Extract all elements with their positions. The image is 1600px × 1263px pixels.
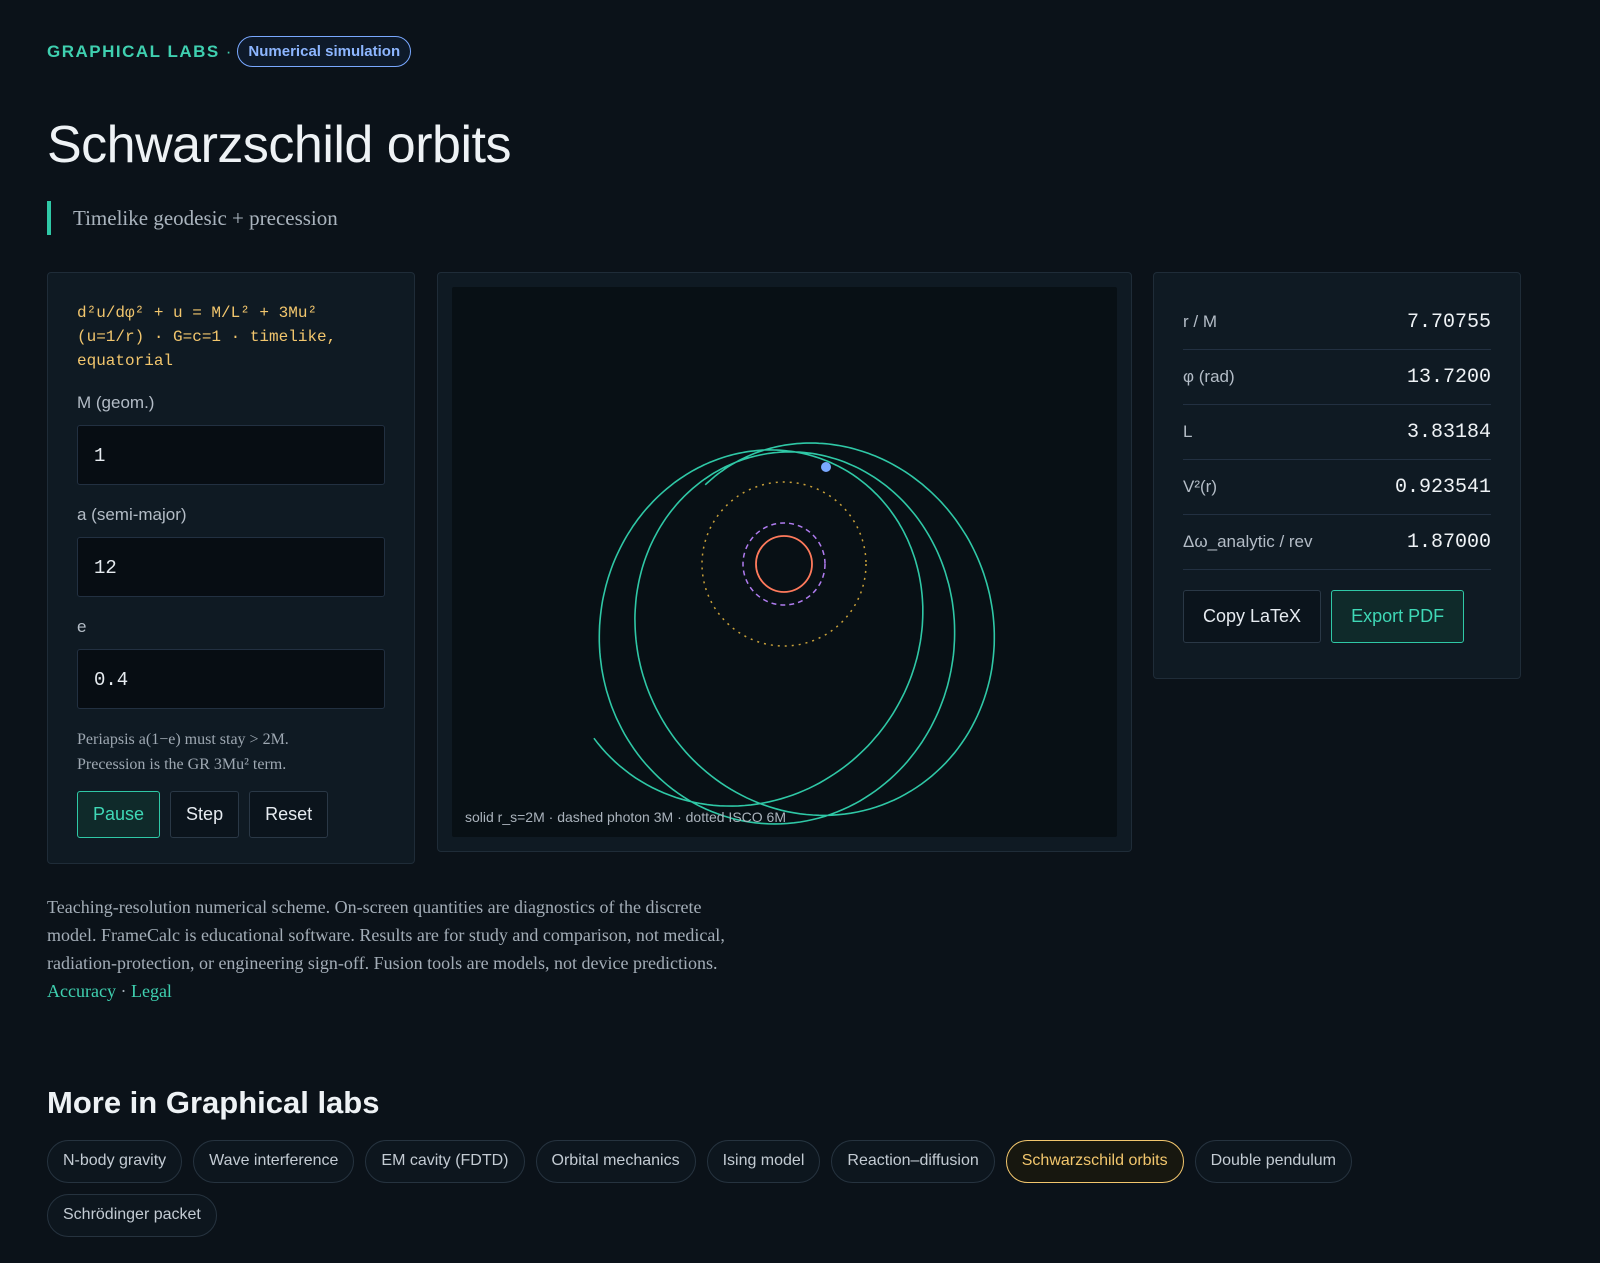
mass-input[interactable]: 1 bbox=[77, 425, 385, 485]
lab-chip-ising-model[interactable]: Ising model bbox=[706, 1140, 821, 1183]
stat-label: L bbox=[1183, 422, 1193, 441]
hint-line-periapsis: Periapsis a(1−e) must stay > 2M. bbox=[77, 731, 289, 748]
event-horizon-circle bbox=[755, 535, 813, 593]
eccentricity-input[interactable]: 0.4 bbox=[77, 649, 385, 709]
stat-value: 0.923541 bbox=[1394, 475, 1491, 499]
lab-chip-schrodinger[interactable]: Schrödinger packet bbox=[47, 1194, 217, 1237]
test-particle bbox=[821, 462, 831, 472]
mass-label: M (geom.) bbox=[77, 393, 155, 412]
semi-major-label: a (semi-major) bbox=[77, 505, 187, 524]
orbit-plot bbox=[593, 442, 996, 825]
constraint-hint: Periapsis a(1−e) must stay > 2M. Precess… bbox=[77, 727, 385, 777]
page-subtitle: Timelike geodesic + precession bbox=[47, 201, 338, 235]
equation-text: d²u/dφ² + u = M/L² + 3Mu² (u=1/r) · G=c=… bbox=[77, 304, 337, 370]
category-badge: Numerical simulation bbox=[237, 36, 412, 67]
orbit-trajectory bbox=[593, 442, 996, 825]
reset-button[interactable]: Reset bbox=[249, 791, 329, 838]
orbit-canvas[interactable]: solid r_s=2M · dashed photon 3M · dotted… bbox=[452, 287, 1117, 837]
stat-label: r / M bbox=[1183, 312, 1217, 331]
stat-row-radius: r / M 7.70755 bbox=[1183, 295, 1491, 350]
copy-latex-button[interactable]: Copy LaTeX bbox=[1183, 590, 1322, 643]
stat-value: 3.83184 bbox=[1406, 420, 1491, 444]
link-separator: · bbox=[120, 981, 127, 1001]
hint-line-precession: Precession is the GR 3Mu² term. bbox=[77, 756, 287, 773]
disclaimer-text: Teaching-resolution numerical scheme. On… bbox=[47, 893, 747, 1005]
stat-value: 13.7200 bbox=[1406, 365, 1491, 389]
related-labs-heading: More in Graphical labs bbox=[47, 1085, 380, 1120]
stat-row-precession: Δω_analytic / rev 1.87000 bbox=[1183, 515, 1491, 570]
lab-chip-schwarzschild-active[interactable]: Schwarzschild orbits bbox=[1005, 1140, 1184, 1183]
accuracy-link[interactable]: Accuracy bbox=[47, 981, 116, 1001]
lab-chip-reaction-diffusion[interactable]: Reaction–diffusion bbox=[831, 1140, 995, 1183]
step-button[interactable]: Step bbox=[170, 791, 240, 838]
export-pdf-button[interactable]: Export PDF bbox=[1331, 590, 1465, 643]
breadcrumb-separator: · bbox=[225, 41, 232, 61]
pause-button[interactable]: Pause bbox=[77, 791, 161, 838]
canvas-legend: solid r_s=2M · dashed photon 3M · dotted… bbox=[465, 809, 786, 825]
lab-chip-wave-interference[interactable]: Wave interference bbox=[193, 1140, 355, 1183]
related-labs-list: N-body gravity Wave interference EM cavi… bbox=[47, 1140, 1527, 1237]
page-title: Schwarzschild orbits bbox=[47, 116, 511, 174]
playback-controls: Pause Step Reset bbox=[77, 791, 385, 838]
lab-chip-double-pendulum[interactable]: Double pendulum bbox=[1194, 1140, 1352, 1183]
stat-value: 1.87000 bbox=[1406, 530, 1491, 554]
stat-value: 7.70755 bbox=[1406, 310, 1491, 334]
stat-row-angular-momentum: L 3.83184 bbox=[1183, 405, 1491, 460]
controls-panel: d²u/dφ² + u = M/L² + 3Mu² (u=1/r) · G=c=… bbox=[47, 272, 415, 864]
isco-circle bbox=[701, 481, 867, 647]
breadcrumb: GRAPHICAL LABS · Numerical simulation bbox=[47, 36, 412, 67]
eccentricity-label: e bbox=[77, 617, 87, 636]
stat-label: V²(r) bbox=[1183, 477, 1217, 496]
stat-row-phi: φ (rad) 13.7200 bbox=[1183, 350, 1491, 405]
section-label[interactable]: GRAPHICAL LABS bbox=[47, 42, 220, 62]
semi-major-input[interactable]: 12 bbox=[77, 537, 385, 597]
diagnostics-panel: r / M 7.70755 φ (rad) 13.7200 L 3.83184 … bbox=[1153, 272, 1521, 679]
stat-row-potential: V²(r) 0.923541 bbox=[1183, 460, 1491, 515]
legal-link[interactable]: Legal bbox=[131, 981, 172, 1001]
lab-chip-n-body[interactable]: N-body gravity bbox=[47, 1140, 183, 1183]
simulation-panel: solid r_s=2M · dashed photon 3M · dotted… bbox=[437, 272, 1132, 852]
disclaimer-body: Teaching-resolution numerical scheme. On… bbox=[47, 897, 725, 973]
export-actions: Copy LaTeX Export PDF bbox=[1183, 590, 1491, 643]
stat-label: Δω_analytic / rev bbox=[1183, 532, 1313, 551]
stat-label: φ (rad) bbox=[1183, 367, 1235, 386]
lab-chip-em-cavity[interactable]: EM cavity (FDTD) bbox=[365, 1140, 525, 1183]
lab-chip-orbital-mechanics[interactable]: Orbital mechanics bbox=[535, 1140, 696, 1183]
